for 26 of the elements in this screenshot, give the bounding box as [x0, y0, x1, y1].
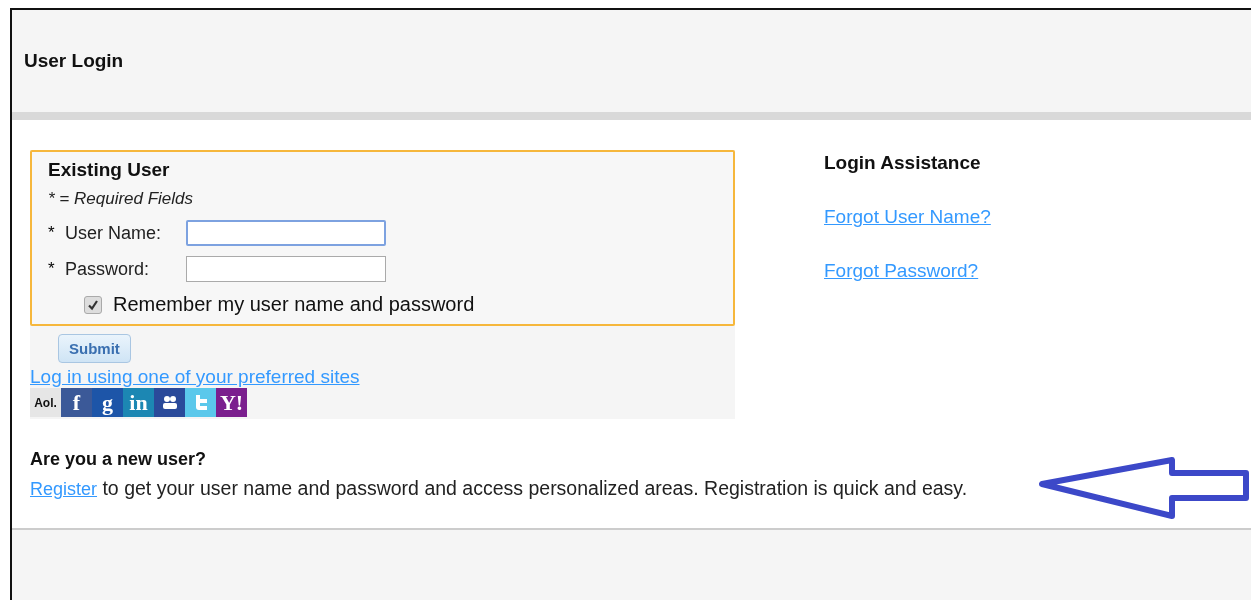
help-link[interactable]: Forgot Password?	[824, 260, 991, 282]
social-logo[interactable]: Aol.	[30, 388, 61, 417]
social-logo[interactable]: in	[123, 388, 154, 417]
checkbox[interactable]	[84, 295, 102, 314]
input-field[interactable]	[186, 256, 386, 282]
input-field[interactable]	[186, 220, 386, 246]
submit-button[interactable]: Submit	[58, 334, 131, 363]
check-icon	[87, 298, 99, 311]
field-label: Password:	[65, 258, 151, 280]
checkbox-label: Remember my user name and password	[113, 293, 475, 316]
register-text: Register to get your user name and password and access personalized areas. Registration is quick and easy.	[30, 476, 969, 501]
register-link[interactable]: Register	[30, 479, 98, 499]
page-title: User Login	[24, 50, 124, 72]
required-marker: *	[48, 223, 56, 243]
social-logo[interactable]: g	[92, 388, 123, 417]
social-logo[interactable]: f	[61, 388, 92, 417]
section-title: Are you a new user?	[30, 449, 208, 470]
section-title: Login Assistance	[824, 152, 982, 174]
social-logo[interactable]: Y!	[216, 388, 247, 417]
field-label: User Name:	[65, 222, 163, 244]
people-icon[interactable]	[154, 388, 185, 417]
required-marker: *	[48, 259, 56, 279]
required-note: * = Required Fields	[48, 189, 195, 209]
panel-title: Existing User	[48, 159, 171, 181]
social-login-link[interactable]: Log in using one of your preferred sites	[30, 366, 735, 388]
help-link[interactable]: Forgot User Name?	[824, 206, 991, 228]
